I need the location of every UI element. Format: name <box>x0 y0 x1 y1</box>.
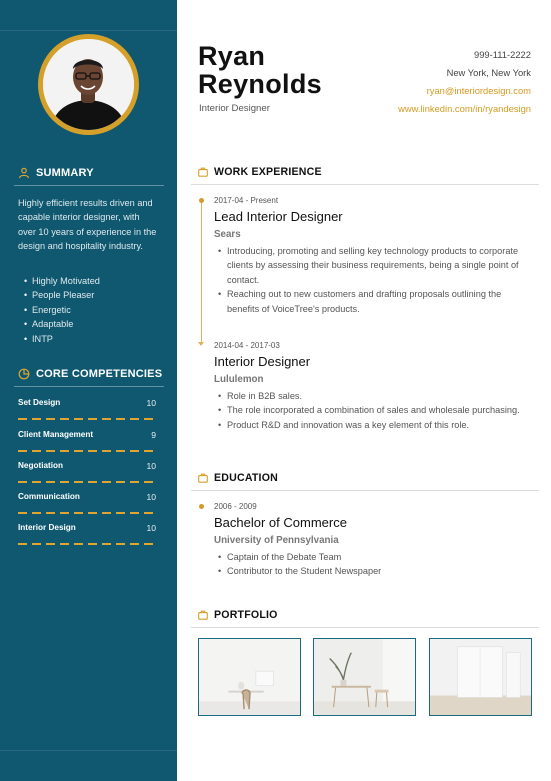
sidebar-bottom-divider <box>0 750 177 751</box>
education-date: 2006 - 2009 <box>214 502 257 511</box>
sidebar-top-divider <box>0 30 177 31</box>
job-title: Lead Interior Designer <box>214 209 343 224</box>
work-heading-label: WORK EXPERIENCE <box>214 166 322 178</box>
portfolio-divider <box>191 627 539 628</box>
competency-item: Client Management 9 <box>18 430 156 452</box>
sidebar: SUMMARY Highly efficient results driven … <box>0 0 177 781</box>
timeline-arrow-icon <box>198 342 204 346</box>
education-bullets: Captain of the Debate Team Contributor t… <box>214 550 534 579</box>
phone: 999-111-2222 <box>474 49 531 60</box>
trait-item: People Pleaser <box>24 288 100 303</box>
job-company: Sears <box>214 229 241 240</box>
competency-item: Set Design 10 <box>18 398 156 420</box>
person-icon <box>18 167 30 179</box>
job-bullet: Role in B2B sales. <box>214 389 534 404</box>
trait-item: INTP <box>24 332 100 347</box>
trait-item: Adaptable <box>24 317 100 332</box>
competencies-divider <box>14 386 164 387</box>
job-entry: 2014-04 - 2017-03 Interior Designer Lulu… <box>214 341 534 433</box>
portfolio-image[interactable] <box>198 638 301 716</box>
profile-photo <box>43 39 134 130</box>
candidate-name: Ryan Reynolds <box>198 42 322 98</box>
timeline-dot <box>199 504 204 509</box>
portfolio-heading-label: PORTFOLIO <box>214 609 278 621</box>
competency-value: 10 <box>146 523 156 533</box>
competency-value: 9 <box>151 430 156 440</box>
email-link[interactable]: ryan@interiordesign.com <box>398 82 531 100</box>
briefcase-icon <box>198 473 208 483</box>
trait-item: Energetic <box>24 303 100 318</box>
job-bullet: Product R&D and innovation was a key ele… <box>214 418 534 433</box>
competency-name: Communication <box>18 492 80 501</box>
summary-heading-label: SUMMARY <box>36 167 94 179</box>
competency-bar <box>18 450 156 452</box>
work-heading: WORK EXPERIENCE <box>198 166 322 178</box>
job-bullet: Reaching out to new customers and drafti… <box>214 287 534 316</box>
summary-text: Highly efficient results driven and capa… <box>18 198 157 251</box>
competency-value: 10 <box>146 461 156 471</box>
job-bullets: Role in B2B sales. The role incorporated… <box>214 389 534 433</box>
portfolio-heading: PORTFOLIO <box>198 609 278 621</box>
briefcase-icon <box>198 167 208 177</box>
education-divider <box>191 490 539 491</box>
job-date: 2014-04 - 2017-03 <box>214 341 280 350</box>
competency-value: 10 <box>146 492 156 502</box>
competency-name: Set Design <box>18 398 61 407</box>
competency-name: Negotiation <box>18 461 64 470</box>
competency-bar <box>18 418 156 420</box>
job-bullet: The role incorporated a combination of s… <box>214 403 534 418</box>
job-role: Interior Designer <box>199 103 270 114</box>
contact-block: 999-111-2222 New York, New York ryan@int… <box>398 46 531 118</box>
education-bullet: Contributor to the Student Newspaper <box>214 564 534 579</box>
avatar <box>38 34 139 135</box>
timeline-line <box>201 203 202 343</box>
competency-bar <box>18 543 156 545</box>
job-title: Interior Designer <box>214 354 311 369</box>
summary-divider <box>14 185 164 186</box>
last-name: Reynolds <box>198 69 322 99</box>
competency-name: Interior Design <box>18 523 76 532</box>
competency-name: Client Management <box>18 430 94 439</box>
degree: Bachelor of Commerce <box>214 515 347 530</box>
job-bullets: Introducing, promoting and selling key t… <box>214 244 534 316</box>
education-heading-label: EDUCATION <box>214 472 278 484</box>
competencies-heading: CORE COMPETENCIES <box>18 368 162 380</box>
competency-bar <box>18 512 156 514</box>
school: University of Pennsylvania <box>214 535 339 546</box>
briefcase-icon <box>198 610 208 620</box>
pie-chart-icon <box>18 368 30 380</box>
education-heading: EDUCATION <box>198 472 278 484</box>
traits-list: Highly Motivated People Pleaser Energeti… <box>24 274 100 346</box>
portfolio-image[interactable] <box>313 638 416 716</box>
job-company: Lululemon <box>214 374 264 385</box>
location: New York, New York <box>446 67 531 78</box>
job-date: 2017-04 - Present <box>214 196 279 205</box>
education-entry: 2006 - 2009 Bachelor of Commerce Univers… <box>214 502 534 579</box>
linkedin-link[interactable]: www.linkedin.com/in/ryandesign <box>398 100 531 118</box>
competency-value: 10 <box>146 398 156 408</box>
job-bullet: Introducing, promoting and selling key t… <box>214 244 534 287</box>
education-bullet: Captain of the Debate Team <box>214 550 534 565</box>
work-divider <box>191 184 539 185</box>
competency-item: Interior Design 10 <box>18 523 156 545</box>
trait-item: Highly Motivated <box>24 274 100 289</box>
portfolio-image[interactable] <box>429 638 532 716</box>
competency-item: Negotiation 10 <box>18 461 156 483</box>
job-entry: 2017-04 - Present Lead Interior Designer… <box>214 196 534 316</box>
competencies-heading-label: CORE COMPETENCIES <box>36 368 163 380</box>
competency-item: Communication 10 <box>18 492 156 514</box>
first-name: Ryan <box>198 41 266 71</box>
summary-heading: SUMMARY <box>18 167 94 179</box>
competency-bar <box>18 481 156 483</box>
